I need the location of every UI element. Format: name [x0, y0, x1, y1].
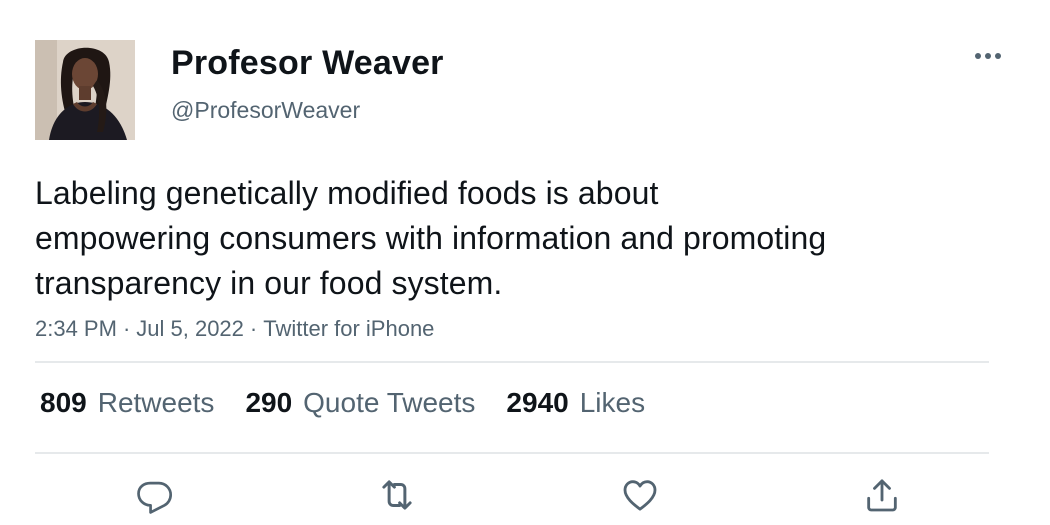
tweet-source[interactable]: Twitter for iPhone — [263, 316, 434, 341]
author-display-name[interactable]: Profesor Weaver — [171, 44, 444, 83]
tweet-text-line: transparency in our food system. — [35, 265, 503, 301]
divider — [35, 361, 989, 363]
author-handle[interactable]: @ProfesorWeaver — [171, 97, 360, 124]
tweet-text: Labeling genetically modified foods is a… — [35, 171, 955, 306]
retweets-count: 809 — [40, 387, 87, 418]
meta-separator: · — [249, 316, 258, 341]
retweet-icon — [382, 480, 412, 510]
tweet-time[interactable]: 2:34 PM — [35, 316, 117, 341]
likes-label: Likes — [579, 387, 646, 418]
action-bar — [0, 474, 1050, 516]
more-options-button[interactable] — [970, 44, 1006, 68]
avatar[interactable] — [35, 40, 135, 140]
retweets-label: Retweets — [97, 387, 215, 418]
quote-tweets-count: 290 — [245, 387, 293, 418]
tweet-date[interactable]: Jul 5, 2022 — [136, 316, 244, 341]
reply-button[interactable] — [134, 474, 176, 516]
quote-tweets-stat[interactable]: 290 Quote Tweets — [245, 387, 475, 419]
more-dots-icon — [975, 53, 1001, 59]
share-icon — [867, 479, 897, 512]
likes-stat[interactable]: 2940 Likes — [506, 387, 645, 419]
quote-tweets-label: Quote Tweets — [303, 387, 476, 418]
avatar-photo — [35, 40, 135, 140]
likes-count: 2940 — [506, 387, 569, 418]
tweet-text-line: empowering consumers with information an… — [35, 220, 827, 256]
divider — [35, 452, 989, 454]
retweet-button[interactable] — [376, 474, 418, 516]
share-button[interactable] — [861, 474, 903, 516]
tweet-text-line: Labeling genetically modified foods is a… — [35, 175, 659, 211]
heart-icon — [623, 480, 657, 511]
engagement-stats: 809 Retweets 290 Quote Tweets 2940 Likes — [40, 387, 645, 419]
like-button[interactable] — [619, 474, 661, 516]
tweet-card: Profesor Weaver @ProfesorWeaver Labeling… — [0, 0, 1050, 525]
meta-separator: · — [122, 316, 131, 341]
retweets-stat[interactable]: 809 Retweets — [40, 387, 214, 419]
tweet-metadata: 2:34 PM · Jul 5, 2022 · Twitter for iPhone — [35, 316, 434, 342]
reply-icon — [137, 481, 173, 514]
